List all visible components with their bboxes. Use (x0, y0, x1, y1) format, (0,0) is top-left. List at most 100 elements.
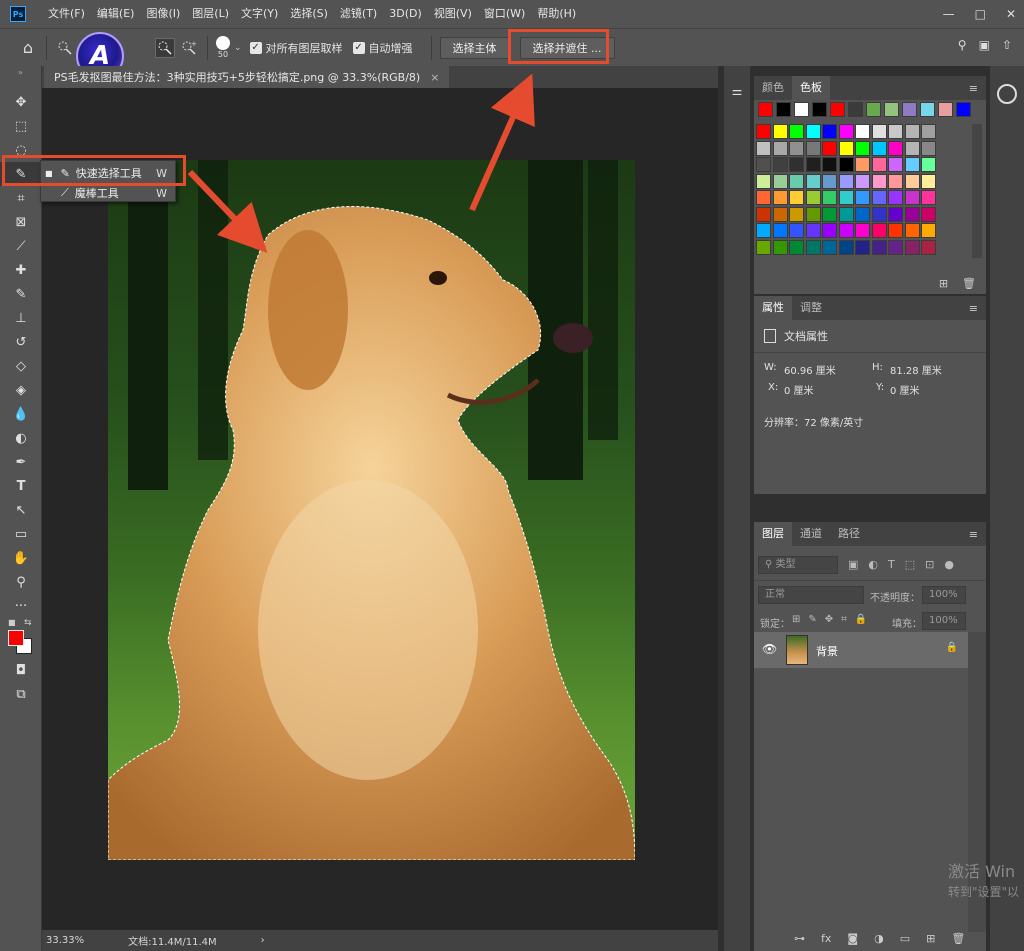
lock-position-icon[interactable]: ✥ (825, 614, 833, 625)
color-swatch[interactable] (855, 239, 870, 255)
type-tool-icon[interactable]: T (0, 474, 42, 498)
color-swatch[interactable] (904, 239, 920, 255)
color-swatch[interactable] (805, 157, 821, 172)
color-swatch[interactable] (904, 223, 920, 238)
rectangle-tool-icon[interactable]: ▭ (0, 522, 42, 546)
tab-paths[interactable]: 路径 (830, 522, 868, 546)
add-to-selection-icon[interactable]: + (179, 38, 199, 58)
color-swatch[interactable] (921, 190, 936, 205)
history-panel-icon[interactable]: ⚌ (729, 84, 745, 98)
color-swatch[interactable] (904, 190, 920, 205)
layer-name[interactable]: 背景 (816, 643, 838, 659)
trash-icon[interactable]: 🗑 (951, 932, 965, 945)
color-swatch[interactable] (789, 206, 804, 222)
color-swatch[interactable] (921, 157, 936, 172)
color-swatch[interactable] (772, 223, 788, 238)
color-swatch[interactable] (871, 239, 887, 255)
color-swatch[interactable] (805, 223, 821, 238)
collapse-icon[interactable]: » (0, 66, 41, 90)
swap-colors-icon[interactable]: ⇆ (24, 618, 32, 628)
layer-filter-select[interactable]: ⚲ 类型 (758, 556, 838, 574)
tab-color[interactable]: 颜色 (754, 76, 792, 100)
color-swatch[interactable] (838, 223, 854, 238)
screen-mode-icon[interactable]: ⧉ (0, 682, 42, 706)
share-icon[interactable]: ⇧ (1002, 38, 1012, 52)
pen-tool-icon[interactable]: ✒ (0, 450, 42, 474)
color-swatch[interactable] (871, 157, 887, 172)
color-swatch[interactable] (921, 206, 936, 222)
color-swatch[interactable] (772, 239, 788, 255)
pixel-filter-icon[interactable]: ▣ (848, 558, 858, 571)
menu-layer[interactable]: 图层(L) (186, 0, 235, 28)
menu-file[interactable]: 文件(F) (42, 0, 91, 28)
home-icon[interactable]: ⌂ (18, 38, 38, 58)
tab-swatches[interactable]: 色板 (792, 76, 830, 100)
color-swatch[interactable] (830, 102, 845, 117)
color-swatch[interactable] (904, 124, 920, 139)
color-swatch[interactable] (938, 102, 953, 117)
swatch-grid[interactable] (754, 100, 986, 270)
color-swatch[interactable] (758, 102, 773, 117)
color-swatch[interactable] (794, 102, 809, 117)
tab-layers[interactable]: 图层 (754, 522, 792, 546)
shape-filter-icon[interactable]: ⬚ (905, 558, 915, 571)
color-swatch[interactable] (855, 190, 870, 205)
brush-size-picker[interactable]: 50 (216, 36, 230, 59)
zoom-tool-icon[interactable]: ⚲ (0, 570, 42, 594)
add-mask-icon[interactable]: ◙ (847, 932, 858, 945)
new-swatch-icon[interactable]: ⊞ (939, 277, 948, 290)
tab-channels[interactable]: 通道 (792, 522, 830, 546)
color-swatch[interactable] (772, 190, 788, 205)
minimize-icon[interactable]: — (943, 7, 955, 21)
color-swatch[interactable] (805, 173, 821, 189)
color-swatch[interactable] (756, 157, 771, 172)
color-swatch[interactable] (838, 206, 854, 222)
panel-menu-icon[interactable]: ≡ (969, 302, 978, 315)
filter-toggle-icon[interactable]: ● (944, 558, 954, 571)
menu-3d[interactable]: 3D(D) (383, 0, 428, 28)
color-swatch[interactable] (904, 206, 920, 222)
color-swatch[interactable] (789, 157, 804, 172)
fill-input[interactable]: 100% (922, 612, 966, 630)
color-swatch[interactable] (822, 190, 837, 205)
color-swatch[interactable] (888, 173, 903, 189)
menu-view[interactable]: 视图(V) (428, 0, 478, 28)
color-swatch[interactable] (866, 102, 881, 117)
color-swatch[interactable] (822, 157, 837, 172)
fx-icon[interactable]: fx (821, 932, 831, 945)
color-swatch[interactable] (789, 140, 804, 156)
color-swatch[interactable] (838, 239, 854, 255)
hand-tool-icon[interactable]: ✋ (0, 546, 42, 570)
blend-mode-select[interactable]: 正常 (758, 586, 864, 604)
color-swatch[interactable] (822, 140, 837, 156)
stamp-tool-icon[interactable]: ⊥ (0, 306, 42, 330)
color-swatch[interactable] (838, 157, 854, 172)
color-swatch[interactable] (855, 157, 870, 172)
color-swatch[interactable] (805, 190, 821, 205)
color-swatch[interactable] (838, 124, 854, 139)
color-swatch[interactable] (904, 140, 920, 156)
creative-cloud-icon[interactable] (997, 84, 1017, 104)
new-selection-icon[interactable] (155, 37, 175, 58)
lock-icon[interactable]: 🔒 (946, 642, 958, 653)
color-swatch[interactable] (789, 173, 804, 189)
history-brush-icon[interactable]: ↺ (0, 330, 42, 354)
color-swatch[interactable] (822, 173, 837, 189)
color-swatch[interactable] (772, 140, 788, 156)
color-swatch[interactable] (789, 239, 804, 255)
color-swatch[interactable] (772, 157, 788, 172)
color-swatch[interactable] (772, 173, 788, 189)
menu-edit[interactable]: 编辑(E) (91, 0, 141, 28)
color-swatch[interactable] (789, 223, 804, 238)
color-swatch[interactable] (921, 239, 936, 255)
color-swatch[interactable] (805, 140, 821, 156)
color-swatch[interactable] (805, 124, 821, 139)
path-select-icon[interactable]: ↖ (0, 498, 42, 522)
color-swatch[interactable] (871, 206, 887, 222)
new-layer-icon[interactable]: ⊞ (926, 932, 935, 945)
search-icon[interactable]: ⚲ (958, 38, 967, 52)
width-value[interactable]: 60.96 厘米 (784, 362, 836, 377)
color-swatch[interactable] (920, 102, 935, 117)
color-swatch[interactable] (772, 206, 788, 222)
move-tool-icon[interactable]: ✥ (0, 90, 42, 114)
